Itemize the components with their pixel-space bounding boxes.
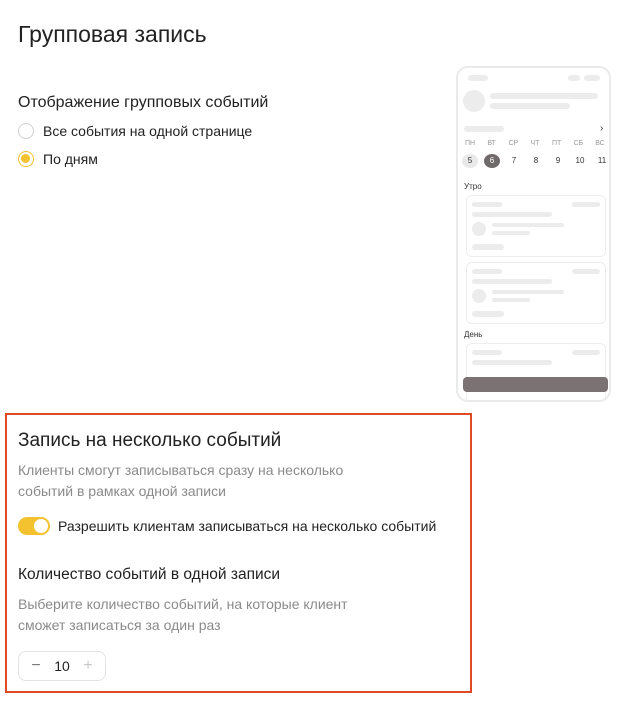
preview-placeholder bbox=[472, 311, 504, 317]
page-title: Групповая запись bbox=[18, 21, 207, 47]
preview-placeholder bbox=[472, 212, 552, 217]
day-name: ЧТ bbox=[530, 140, 540, 147]
preview-day-names: ПН ВТ СР ЧТ ПТ СБ ВС bbox=[462, 140, 608, 147]
preview-placeholder bbox=[464, 126, 504, 132]
preview-avatar bbox=[463, 90, 485, 112]
preview-placeholder bbox=[472, 202, 502, 207]
preview-placeholder bbox=[472, 269, 502, 274]
event-count-value[interactable]: 10 bbox=[54, 658, 70, 674]
multi-event-description: Клиенты смогут записываться сразу на нес… bbox=[18, 462, 344, 499]
radio-label: По дням bbox=[43, 151, 98, 167]
preview-placeholder bbox=[572, 269, 600, 274]
multi-event-toggle[interactable] bbox=[18, 517, 50, 535]
event-count-description: Выберите количество событий, на которые … bbox=[18, 596, 348, 633]
event-count-title: Количество событий в одной записи bbox=[18, 566, 281, 583]
preview-placeholder bbox=[468, 75, 488, 81]
day-name: ВТ bbox=[487, 140, 496, 147]
preview-placeholder bbox=[490, 103, 570, 109]
decrement-button[interactable]: − bbox=[29, 657, 43, 675]
multi-event-toggle-row[interactable]: Разрешить клиентам записываться на неско… bbox=[18, 517, 436, 535]
preview-section-day: День bbox=[464, 330, 483, 339]
preview-placeholder bbox=[492, 231, 530, 235]
day-name: ПН bbox=[464, 140, 476, 147]
preview-placeholder bbox=[492, 223, 564, 227]
preview-day-numbers: 5 6 7 8 9 10 11 bbox=[462, 154, 609, 168]
phone-preview: › ПН ВТ СР ЧТ ПТ СБ ВС 5 6 7 8 9 10 11 У… bbox=[456, 66, 611, 402]
preview-avatar bbox=[472, 289, 486, 303]
preview-placeholder bbox=[492, 290, 564, 294]
day-name: СР bbox=[508, 140, 519, 147]
increment-button[interactable]: + bbox=[81, 657, 95, 675]
preview-placeholder bbox=[472, 350, 502, 355]
preview-placeholder bbox=[568, 75, 580, 81]
day-number: 10 bbox=[575, 156, 585, 165]
day-name: ВС bbox=[595, 140, 605, 147]
day-number: 7 bbox=[511, 156, 517, 165]
display-section-title: Отображение групповых событий bbox=[18, 94, 269, 111]
preview-placeholder bbox=[584, 75, 600, 81]
multi-event-title: Запись на несколько событий bbox=[18, 430, 282, 451]
radio-by-days[interactable]: По дням bbox=[18, 151, 98, 167]
preview-action-button bbox=[463, 377, 608, 392]
day-number: 5 bbox=[462, 154, 478, 168]
radio-button[interactable] bbox=[18, 123, 34, 139]
day-number: 11 bbox=[597, 156, 607, 165]
preview-placeholder bbox=[490, 93, 598, 99]
day-number: 9 bbox=[555, 156, 561, 165]
event-count-stepper[interactable]: − 10 + bbox=[18, 651, 106, 681]
preview-event-card bbox=[466, 195, 606, 257]
chevron-right-icon: › bbox=[600, 123, 604, 134]
preview-event-card bbox=[466, 262, 606, 324]
preview-placeholder bbox=[492, 298, 530, 302]
preview-avatar bbox=[472, 222, 486, 236]
day-number-selected: 6 bbox=[484, 154, 500, 168]
preview-placeholder bbox=[572, 350, 600, 355]
preview-placeholder bbox=[472, 244, 504, 250]
preview-event-card bbox=[466, 343, 606, 400]
preview-section-morning: Утро bbox=[464, 182, 482, 191]
radio-all-events[interactable]: Все события на одной странице bbox=[18, 123, 252, 139]
preview-placeholder bbox=[472, 279, 552, 284]
toggle-label: Разрешить клиентам записываться на неско… bbox=[58, 518, 437, 534]
day-name: ПТ bbox=[551, 140, 562, 147]
radio-button-checked[interactable] bbox=[18, 151, 34, 167]
day-name: СБ bbox=[573, 140, 584, 147]
preview-placeholder bbox=[472, 360, 552, 365]
preview-placeholder bbox=[572, 202, 600, 207]
day-number: 8 bbox=[533, 156, 539, 165]
radio-label: Все события на одной странице bbox=[43, 123, 253, 139]
